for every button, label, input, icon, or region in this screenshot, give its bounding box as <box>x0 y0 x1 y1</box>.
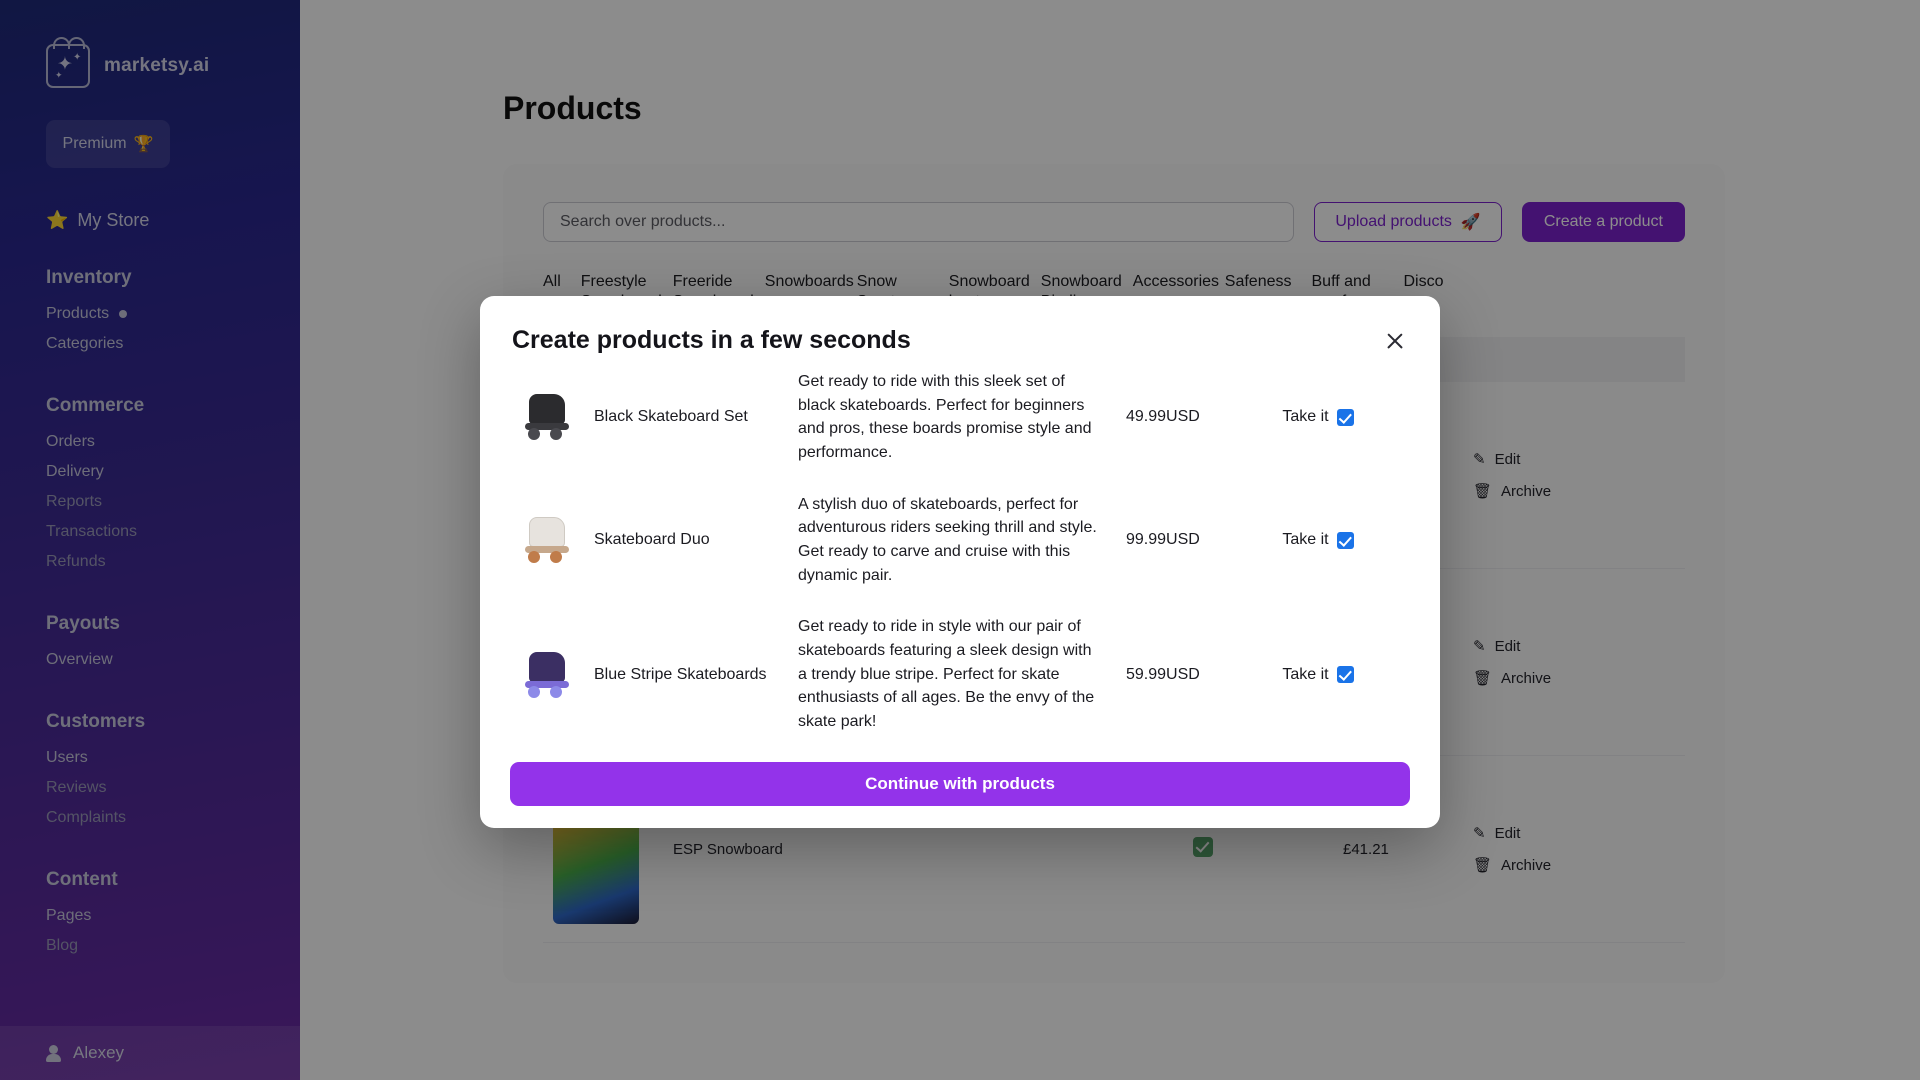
take-it-control: Take it <box>1228 408 1408 426</box>
modal-title: Create products in a few seconds <box>512 326 911 355</box>
modal-product-row: Black Skateboard SetGet ready to ride wi… <box>496 356 1424 479</box>
product-name: Blue Stripe Skateboards <box>584 666 798 684</box>
product-image <box>512 517 584 563</box>
product-price: 49.99USD <box>1118 408 1228 426</box>
take-it-label: Take it <box>1282 408 1328 426</box>
product-price: 99.99USD <box>1118 531 1228 549</box>
roller-skate-icon <box>521 652 575 698</box>
roller-skate-icon <box>521 394 575 440</box>
take-it-checkbox[interactable] <box>1337 532 1354 549</box>
modal-product-row: Skateboard DuoA stylish duo of skateboar… <box>496 479 1424 602</box>
app-root: ✦ ✦ ✦ marketsy.ai Premium 🏆 ⭐ My Store I… <box>0 0 1920 1080</box>
continue-with-products-button[interactable]: Continue with products <box>510 762 1410 806</box>
product-name: Skateboard Duo <box>584 531 798 549</box>
take-it-label: Take it <box>1282 666 1328 684</box>
close-icon[interactable] <box>1380 326 1410 356</box>
take-it-label: Take it <box>1282 531 1328 549</box>
modal-product-list: Black Skateboard SetGet ready to ride wi… <box>496 356 1424 748</box>
product-description: Get ready to ride in style with our pair… <box>798 615 1118 733</box>
product-image <box>512 394 584 440</box>
take-it-control: Take it <box>1228 531 1408 549</box>
product-name: Black Skateboard Set <box>584 408 798 426</box>
product-image <box>512 652 584 698</box>
take-it-checkbox[interactable] <box>1337 666 1354 683</box>
product-description: Get ready to ride with this sleek set of… <box>798 370 1118 465</box>
modal-product-row: Blue Stripe SkateboardsGet ready to ride… <box>496 601 1424 747</box>
create-products-modal: Create products in a few seconds Black S… <box>480 296 1440 828</box>
take-it-control: Take it <box>1228 666 1408 684</box>
roller-skate-icon <box>521 517 575 563</box>
product-price: 59.99USD <box>1118 666 1228 684</box>
product-description: A stylish duo of skateboards, perfect fo… <box>798 493 1118 588</box>
modal-header: Create products in a few seconds <box>496 326 1424 356</box>
take-it-checkbox[interactable] <box>1337 409 1354 426</box>
